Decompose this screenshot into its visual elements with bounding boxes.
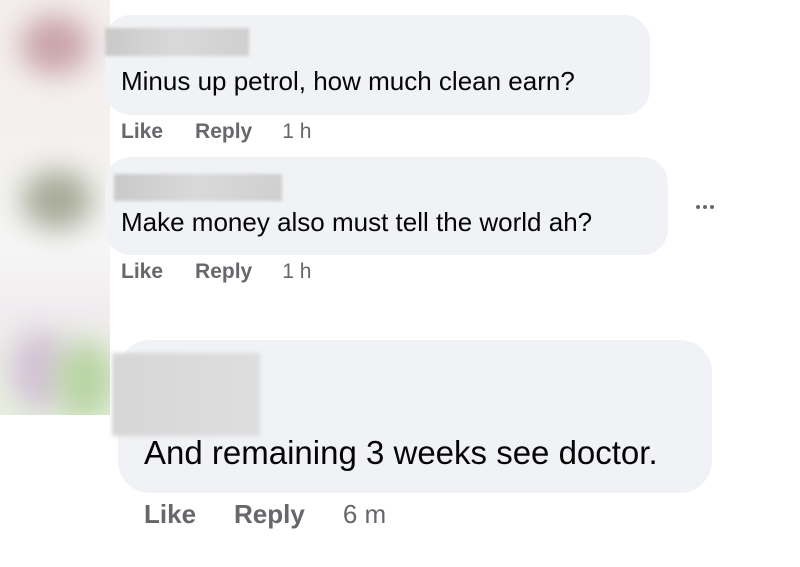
comment-text: And remaining 3 weeks see doctor. [144,434,658,471]
commenter-name[interactable] [105,28,249,56]
like-button[interactable]: Like [144,499,196,530]
comment-actions: Like Reply 6 m [144,499,386,530]
reply-button[interactable]: Reply [195,120,252,144]
reply-button[interactable]: Reply [195,260,252,284]
comment-actions: Like Reply 1 h [121,260,311,284]
commenter-name[interactable] [114,174,282,201]
comment-timestamp[interactable]: 1 h [282,260,311,284]
more-horizontal-icon[interactable] [690,199,720,215]
comment-bubble [105,157,668,255]
avatar [22,170,92,230]
avatar [20,15,90,75]
commenter-name[interactable] [112,353,260,436]
comment-text: Make money also must tell the world ah? [121,207,593,237]
like-button[interactable]: Like [121,260,163,284]
comment-timestamp[interactable]: 1 h [282,120,311,144]
like-button[interactable]: Like [121,120,163,144]
comment-text: Minus up petrol, how much clean earn? [121,66,575,96]
blurred-avatars [0,0,110,415]
reply-button[interactable]: Reply [234,499,305,530]
comment-thread: Minus up petrol, how much clean earn? Li… [0,0,800,567]
avatar [55,340,110,415]
comment-timestamp[interactable]: 6 m [343,499,386,530]
comment-actions: Like Reply 1 h [121,120,311,144]
